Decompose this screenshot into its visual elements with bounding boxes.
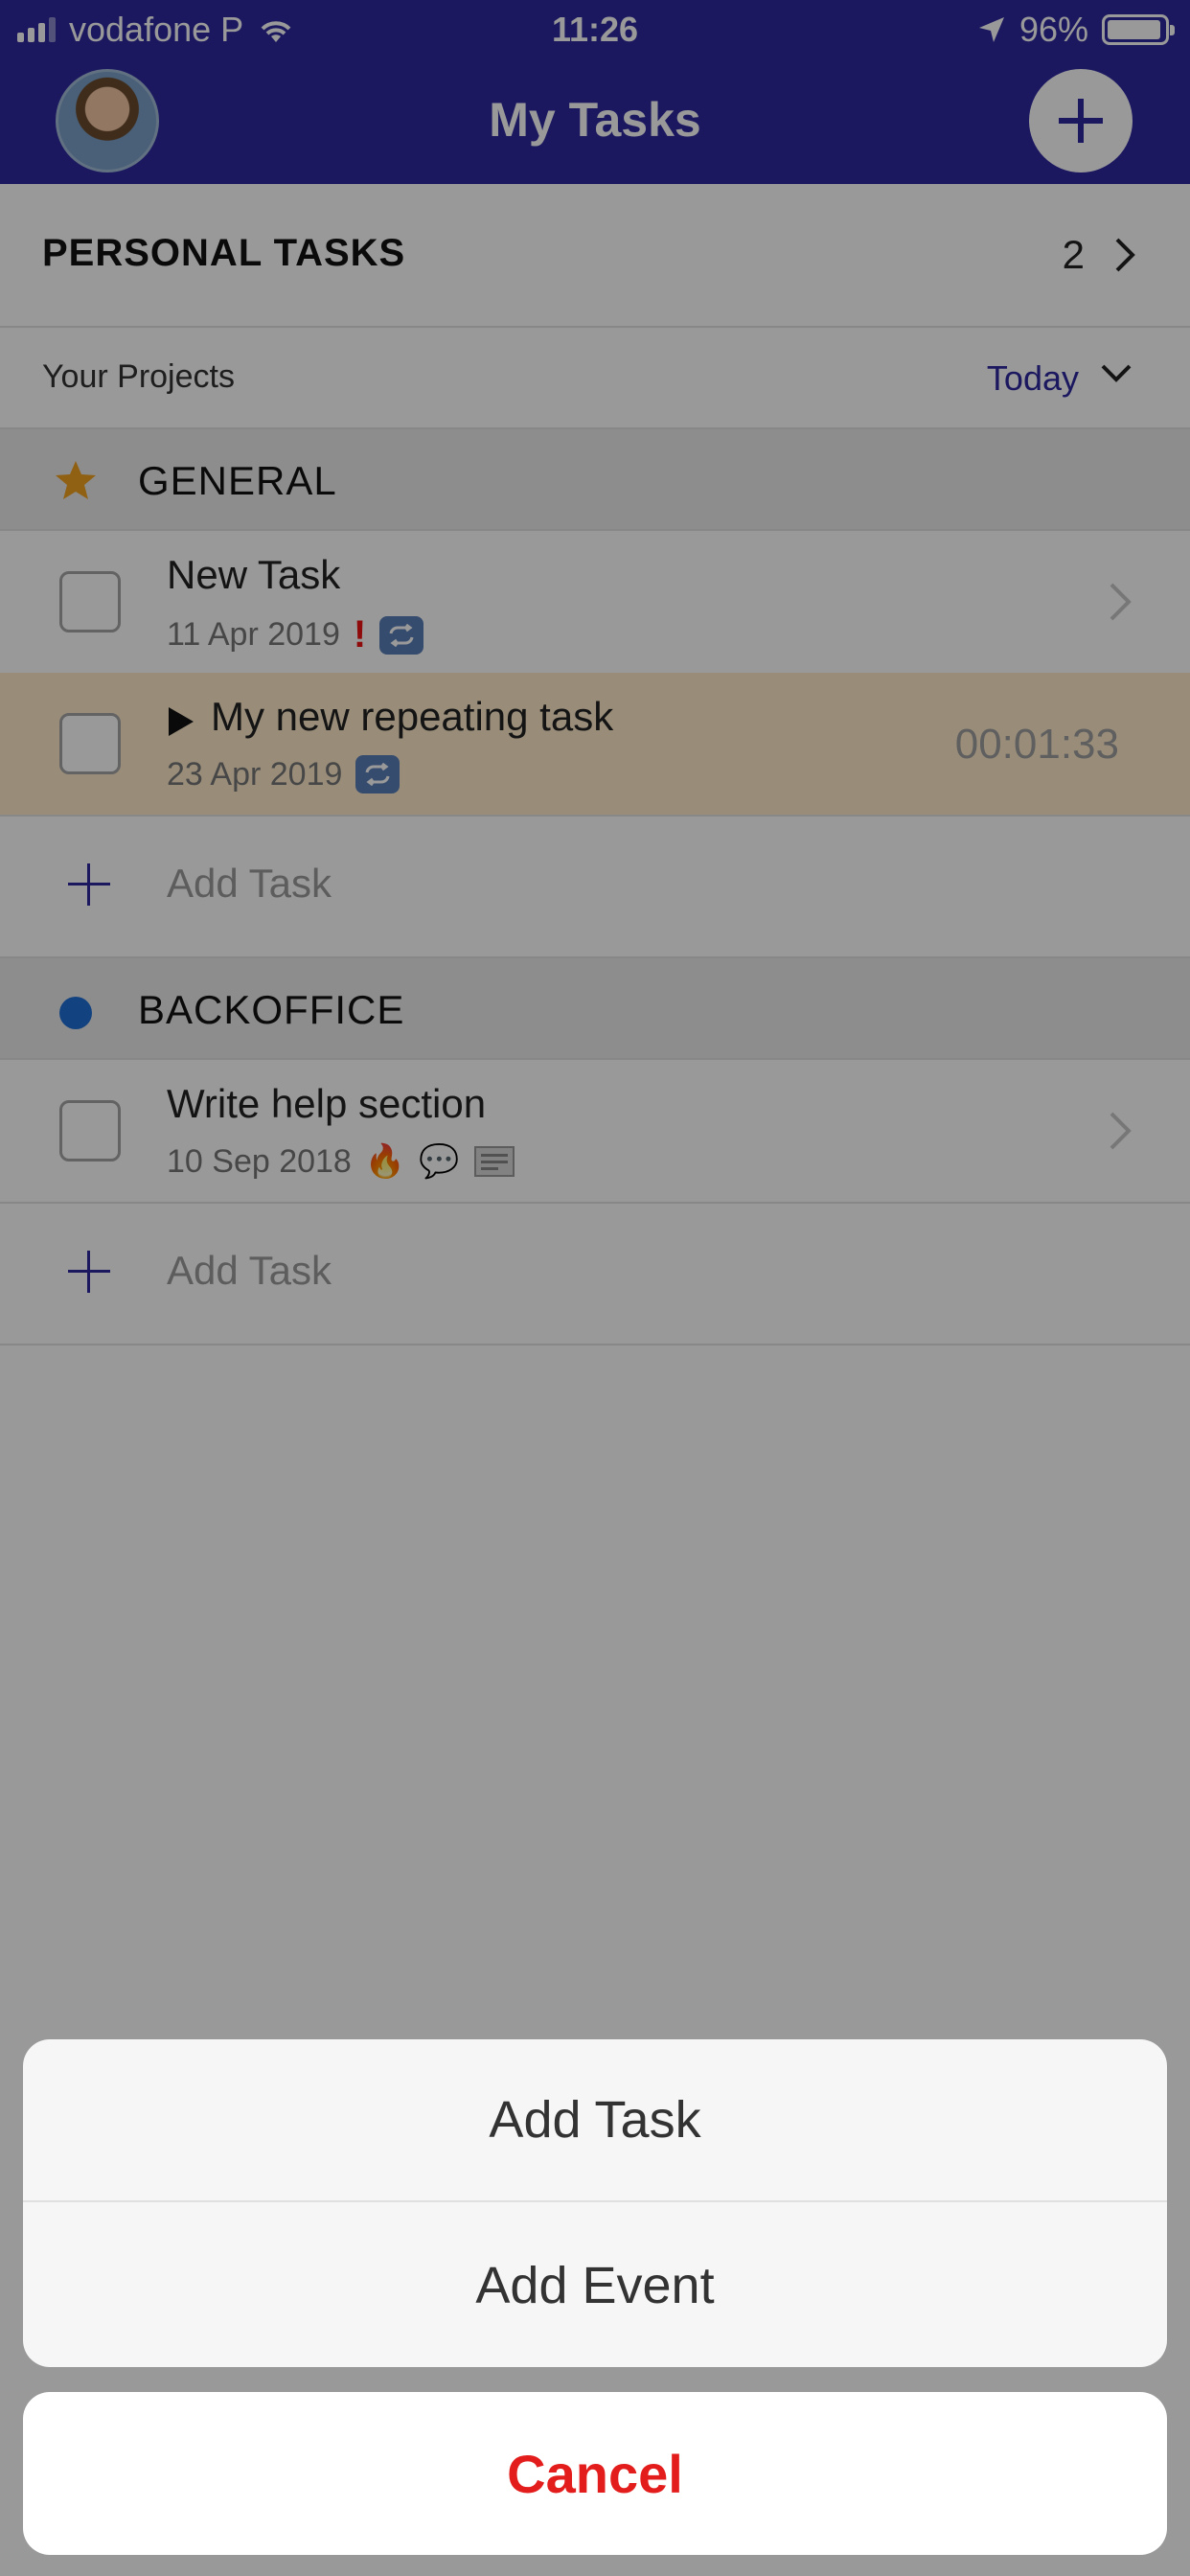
action-sheet: Add Task Add Event	[23, 2039, 1167, 2367]
add-event-option[interactable]: Add Event	[23, 2204, 1167, 2367]
add-task-option[interactable]: Add Task	[23, 2039, 1167, 2202]
cancel-button[interactable]: Cancel	[23, 2392, 1167, 2555]
